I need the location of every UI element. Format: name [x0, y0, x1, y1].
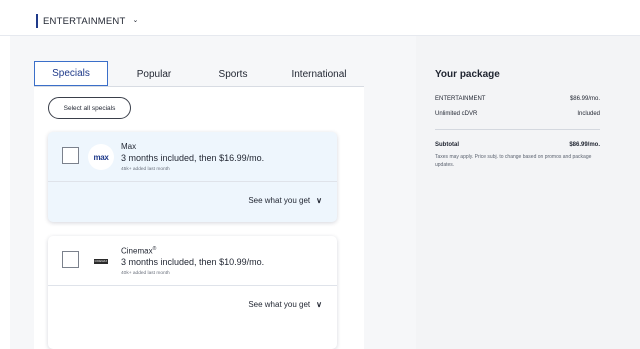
see-what-you-get-label: See what you get [248, 196, 311, 205]
category-tabs: Specials Popular Sports International [34, 61, 364, 87]
package-line-value: Included [577, 111, 600, 117]
chevron-down-icon: ∨ [316, 196, 322, 205]
accent-bar [36, 14, 38, 28]
channel-popularity: 40k+ added last month [121, 271, 170, 276]
package-line-value: $86.99/mo. [569, 96, 600, 102]
channel-card-cinemax: CINEMAX Cinemax® 3 months included, then… [48, 236, 337, 349]
chevron-down-icon: ∨ [316, 300, 322, 309]
subtotal-value: $86.99/mo. [569, 142, 600, 148]
channel-checkbox[interactable] [62, 147, 79, 164]
channel-browser: Specials Popular Sports International Se… [10, 36, 416, 349]
subtotal-label: Subtotal [435, 142, 459, 148]
channel-card-max: max Max 3 months included, then $16.99/m… [48, 132, 337, 222]
channel-popularity: 45k+ added last month [121, 167, 170, 172]
subtotal-row: Subtotal $86.99/mo. [435, 142, 600, 148]
cinemax-logo-mark: CINEMAX [94, 258, 108, 264]
top-bar: ENTERTAINMENT ⌄ [0, 0, 640, 36]
card-divider [48, 285, 337, 286]
tab-popular[interactable]: Popular [118, 61, 190, 87]
channel-price: 3 months included, then $10.99/mo. [121, 257, 265, 267]
see-what-you-get-button[interactable]: See what you get ∨ [248, 196, 322, 205]
tab-international[interactable]: International [274, 61, 364, 87]
plan-selector[interactable]: ENTERTAINMENT ⌄ [36, 14, 138, 28]
summary-divider [435, 129, 600, 130]
plan-selector-label: ENTERTAINMENT [43, 15, 126, 27]
max-logo-text: max [93, 152, 109, 162]
tab-specials[interactable]: Specials [34, 61, 108, 87]
package-summary: Your package ENTERTAINMENT $86.99/mo. Un… [416, 36, 640, 349]
tab-sports[interactable]: Sports [200, 61, 266, 87]
channel-checkbox[interactable] [62, 251, 79, 268]
package-line: Unlimited cDVR Included [435, 111, 600, 117]
taxes-note: Taxes may apply. Price subj. to change b… [435, 154, 592, 168]
package-line: ENTERTAINMENT $86.99/mo. [435, 96, 600, 102]
channel-name: Cinemax® [121, 246, 157, 256]
package-line-label: Unlimited cDVR [435, 111, 478, 117]
see-what-you-get-label: See what you get [248, 300, 311, 309]
package-line-label: ENTERTAINMENT [435, 96, 486, 102]
channel-price: 3 months included, then $16.99/mo. [121, 153, 265, 163]
max-logo: max [88, 144, 114, 170]
channel-name: Max [121, 142, 137, 151]
cinemax-logo: CINEMAX [88, 248, 114, 274]
card-divider [48, 181, 337, 182]
select-all-button[interactable]: Select all specials [48, 97, 131, 119]
chevron-down-icon: ⌄ [132, 17, 139, 24]
channel-list: Select all specials max Max 3 months inc… [34, 87, 364, 349]
see-what-you-get-button[interactable]: See what you get ∨ [248, 300, 322, 309]
package-title: Your package [435, 69, 500, 80]
